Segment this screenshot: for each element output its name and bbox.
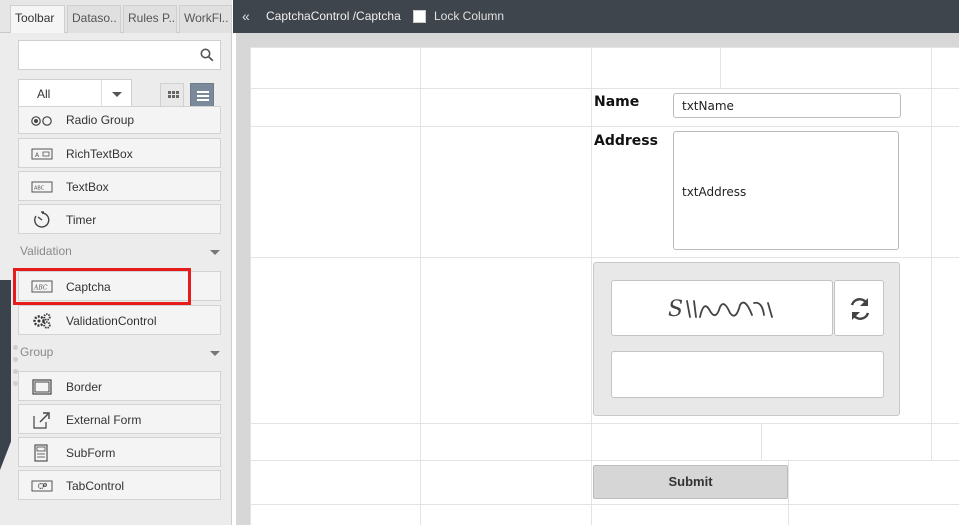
section-validation[interactable]: Validation: [20, 244, 220, 264]
handle-dot: [13, 369, 18, 374]
grid-line: [788, 460, 789, 525]
address-textarea-value: txtAddress: [682, 185, 747, 199]
toolbox-item-label: SubForm: [66, 446, 116, 460]
captcha-icon: ABC: [31, 280, 53, 293]
toolbox-item-border[interactable]: Border: [18, 371, 221, 401]
grid-line: [931, 48, 932, 423]
toolbox-item-validationcontrol[interactable]: ValidationControl: [18, 305, 221, 335]
search-icon[interactable]: [200, 48, 214, 62]
name-label: Name: [594, 94, 640, 110]
tab-toolbar[interactable]: Toolbar: [10, 5, 65, 33]
section-group[interactable]: Group: [20, 345, 220, 365]
grid-line: [720, 48, 721, 89]
toolbox-item-richtextbox[interactable]: A RichTextBox: [18, 138, 221, 168]
captcha-control: S: [593, 262, 900, 416]
grid-line: [591, 48, 592, 525]
lock-column-checkbox[interactable]: [413, 10, 426, 23]
subform-icon: [34, 444, 48, 462]
tab-datasource[interactable]: Dataso..: [67, 5, 121, 33]
captcha-answer-input[interactable]: [611, 351, 884, 398]
toolbox-item-label: Timer: [66, 213, 97, 227]
toolbox-panel: Toolbar Dataso.. Rules P.. WorkFl.. All: [0, 0, 232, 525]
toolbox-item-subform[interactable]: SubForm: [18, 437, 221, 467]
grid-line: [250, 48, 251, 525]
handle-dot: [13, 345, 18, 350]
handle-dot: [13, 381, 18, 386]
radio-group-icon: [31, 116, 52, 126]
app-window: Toolbar Dataso.. Rules P.. WorkFl.. All: [0, 0, 959, 525]
grid-line: [250, 423, 959, 424]
captcha-challenge-image: S: [668, 297, 773, 322]
svg-text:A: A: [35, 152, 40, 159]
section-label: Group: [20, 345, 54, 359]
toolbox-item-label: External Form: [66, 413, 142, 427]
toolbox-search: [18, 40, 221, 70]
search-input[interactable]: [19, 41, 189, 69]
textbox-icon: ABC: [31, 181, 53, 193]
toolbox-item-label: ValidationControl: [66, 314, 157, 328]
captcha-image: S: [611, 280, 833, 336]
captcha-refresh-button[interactable]: [834, 280, 884, 336]
toolbox-item-label: Captcha: [66, 280, 111, 294]
toolbox-item-label: TextBox: [66, 180, 109, 194]
double-chevron-left-icon[interactable]: «: [242, 8, 250, 24]
address-textarea[interactable]: txtAddress: [673, 131, 899, 250]
grid-line: [250, 126, 959, 127]
section-label: Validation: [20, 244, 72, 258]
name-textbox[interactable]: txtName: [673, 93, 901, 118]
chevron-down-icon[interactable]: [101, 80, 131, 108]
svg-text:S: S: [668, 297, 683, 322]
grid-view-button[interactable]: [160, 83, 184, 107]
timer-icon: [34, 211, 50, 228]
list-view-icon: [197, 91, 209, 101]
richtextbox-icon: A: [31, 148, 53, 160]
filter-selected-value: All: [37, 87, 51, 101]
refresh-icon: [850, 298, 870, 320]
toolbox-tabs: Toolbar Dataso.. Rules P.. WorkFl..: [0, 0, 232, 33]
grid-line: [761, 423, 762, 461]
designer-top-bar: « CaptchaControl /Captcha Lock Column: [233, 0, 959, 33]
submit-button[interactable]: Submit: [593, 465, 788, 499]
toolbox-item-textbox[interactable]: ABC TextBox: [18, 171, 221, 201]
breadcrumb: CaptchaControl /Captcha: [266, 9, 401, 23]
grid-line: [250, 88, 959, 89]
panel-resize-handle[interactable]: [0, 280, 11, 470]
grid-line: [250, 257, 959, 258]
svg-text:ABC: ABC: [33, 285, 48, 292]
toolbox-item-label: TabControl: [66, 479, 125, 493]
toolbox-item-timer[interactable]: Timer: [18, 204, 221, 234]
name-textbox-value: txtName: [682, 99, 734, 113]
toolbox-item-captcha[interactable]: ABC Captcha: [18, 271, 221, 301]
handle-dot: [13, 357, 18, 362]
grid-line: [250, 460, 959, 461]
address-label: Address: [594, 133, 658, 149]
toolbox-item-radio-group[interactable]: Radio Group: [18, 106, 221, 134]
grid-view-icon: [168, 91, 179, 98]
external-form-icon: [33, 412, 50, 429]
toolbox-item-label: Radio Group: [66, 113, 135, 127]
toolbox-item-tabcontrol[interactable]: TabControl: [18, 470, 221, 500]
toolbox-item-external-form[interactable]: External Form: [18, 404, 221, 434]
toolbox-item-label: Border: [66, 380, 103, 394]
list-view-button[interactable]: [190, 83, 214, 107]
border-icon: [32, 379, 52, 395]
grid-line: [250, 504, 959, 505]
chevron-down-icon: [210, 351, 220, 356]
tab-workflow[interactable]: WorkFl..: [179, 5, 232, 33]
chevron-down-icon: [210, 250, 220, 255]
svg-text:ABC: ABC: [34, 186, 45, 192]
grid-line: [931, 423, 932, 461]
tab-rules[interactable]: Rules P..: [123, 5, 177, 33]
tabcontrol-icon: [31, 480, 53, 492]
toolbox-item-label: RichTextBox: [66, 147, 133, 161]
gears-icon: [33, 313, 51, 329]
category-filter-dropdown[interactable]: All: [18, 79, 132, 109]
grid-line: [420, 48, 421, 525]
lock-column-label: Lock Column: [434, 9, 505, 23]
